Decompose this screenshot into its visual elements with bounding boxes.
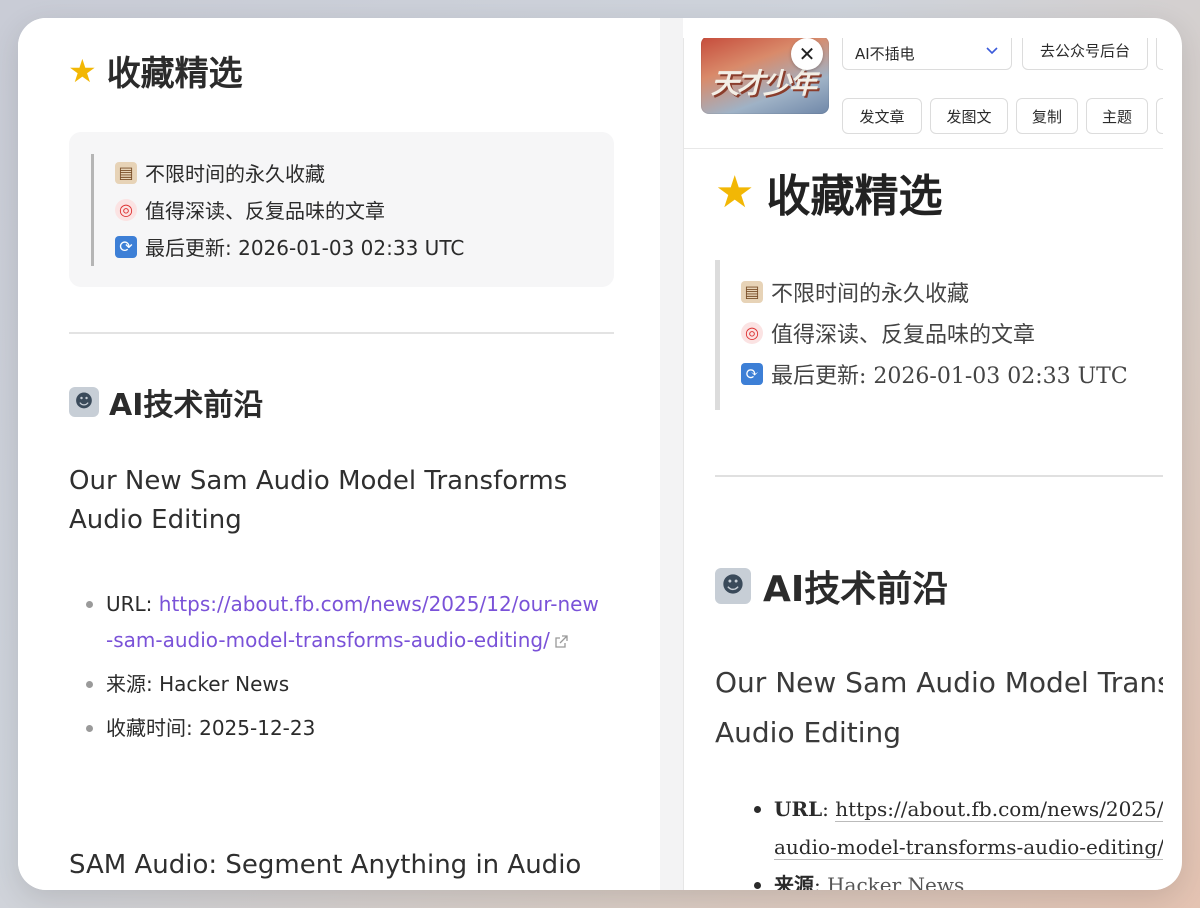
article-meta-list: URL: https://about.fb.com/news/2025/12/o…	[86, 586, 606, 746]
list-item-continuation: audio-model-transforms-audio-editing/	[754, 828, 1163, 866]
star-icon: ★	[68, 51, 97, 90]
blockquote-bar	[91, 154, 94, 266]
markdown-preview-pane: ★ 收藏精选 ▤ 不限时间的永久收藏 ◎ 值得深读、反复品味的文章 ⟳ 最后更新…	[18, 18, 660, 890]
quote-line: ◎ 值得深读、反复品味的文章	[115, 195, 385, 224]
source-label: 来源:	[106, 672, 153, 696]
quote-text: 不限时间的永久收藏	[771, 282, 970, 307]
theme-button[interactable]: 主题	[1086, 98, 1148, 134]
close-icon[interactable]: ✕	[791, 38, 823, 70]
chevron-down-icon	[986, 47, 998, 55]
divider	[715, 475, 1163, 477]
article-url-link[interactable]: https://about.fb.com/news/2025/12/our-ne…	[106, 592, 599, 652]
article-title: Our New Sam Audio Model Transforms Audio…	[69, 466, 568, 535]
quote-text: 值得深读、反复品味的文章	[145, 199, 385, 223]
article-title: Our New Sam Audio Model Transfor Audio E…	[715, 658, 1163, 758]
publish-toolbar: 天才少年 ✕ AI不插电 去公众号后台 发文章 发图文 复制 主题	[684, 38, 1163, 149]
list-item: URL: https://about.fb.com/news/2025/12/o…	[754, 790, 1163, 828]
refresh-icon: ⟳	[115, 235, 137, 258]
more-button[interactable]	[1156, 38, 1163, 70]
list-item: 来源: Hacker News	[86, 666, 606, 702]
blockquote-bar	[715, 260, 720, 410]
bullet	[754, 806, 761, 813]
books-icon: ▤	[741, 281, 763, 303]
page-title: ★ 收藏精选	[68, 46, 243, 95]
wechat-preview-pane: 天才少年 ✕ AI不插电 去公众号后台 发文章 发图文 复制 主题 ★ 收藏精选…	[683, 38, 1163, 890]
target-icon: ◎	[115, 198, 137, 221]
list-item: 收藏时间: 2025-12-23	[86, 710, 606, 746]
bullet	[754, 882, 761, 889]
next-article-title: SAM Audio: Segment Anything in Audio	[69, 850, 582, 880]
dashboard-button[interactable]: 去公众号后台	[1022, 38, 1148, 70]
section-heading: ☻ AI技术前沿	[715, 560, 948, 612]
section-heading-text: AI技术前沿	[763, 569, 949, 610]
intro-blockquote: ▤ 不限时间的永久收藏 ◎ 值得深读、反复品味的文章 ⟳ 最后更新: 2026-…	[69, 132, 614, 287]
robot-icon: ☻	[715, 568, 751, 604]
pane-splitter[interactable]	[660, 18, 683, 890]
quote-line: ⟳ 最后更新: 2026-01-03 02:33 UTC	[115, 232, 464, 261]
article-title-line: Our New Sam Audio Model Transfor	[715, 666, 1163, 699]
bullet	[86, 601, 93, 608]
quote-line: ◎ 值得深读、反复品味的文章	[741, 317, 1035, 349]
quote-text: 不限时间的永久收藏	[145, 162, 325, 186]
account-select-value: AI不插电	[855, 45, 915, 63]
url-label: URL:	[106, 592, 153, 616]
page-title: ★ 收藏精选	[715, 160, 942, 224]
time-label: 收藏时间:	[106, 716, 193, 740]
quote-line: ▤ 不限时间的永久收藏	[115, 158, 325, 187]
external-link-icon[interactable]	[554, 634, 568, 649]
copy-button[interactable]: 复制	[1016, 98, 1078, 134]
time-value: 2025-12-23	[199, 716, 316, 740]
bullet	[86, 681, 93, 688]
post-image-button[interactable]: 发图文	[930, 98, 1008, 134]
source-label: 来源	[774, 873, 814, 890]
quote-line: ⟳ 最后更新: 2026-01-03 02:33 UTC	[741, 358, 1128, 390]
list-item: 来源: Hacker News	[754, 866, 1163, 890]
more-button[interactable]	[1156, 98, 1163, 134]
section-heading-text: AI技术前沿	[109, 388, 264, 423]
refresh-icon: ⟳	[741, 363, 763, 385]
article-title-line: Audio Editing	[715, 716, 902, 749]
account-select[interactable]: AI不插电	[842, 38, 1012, 70]
quote-text: 最后更新: 2026-01-03 02:33 UTC	[771, 364, 1128, 389]
page-title-text: 收藏精选	[106, 54, 243, 94]
quote-text: 值得深读、反复品味的文章	[771, 323, 1036, 348]
star-icon: ★	[715, 166, 755, 218]
url-label: URL	[774, 797, 823, 821]
robot-icon: ☻	[69, 387, 99, 417]
bullet	[86, 725, 93, 732]
post-article-button[interactable]: 发文章	[842, 98, 922, 134]
source-value: Hacker News	[159, 672, 290, 696]
app-window: ★ 收藏精选 ▤ 不限时间的永久收藏 ◎ 值得深读、反复品味的文章 ⟳ 最后更新…	[18, 18, 1182, 890]
list-item: URL: https://about.fb.com/news/2025/12/o…	[86, 586, 606, 658]
section-heading: ☻ AI技术前沿	[69, 380, 263, 424]
article-url-link[interactable]: audio-model-transforms-audio-editing/	[774, 835, 1163, 860]
divider	[69, 332, 614, 334]
quote-text: 最后更新: 2026-01-03 02:33 UTC	[145, 236, 465, 260]
quote-line: ▤ 不限时间的永久收藏	[741, 276, 969, 308]
article-url-link[interactable]: https://about.fb.com/news/2025/12/our	[835, 797, 1163, 822]
page-title-text: 收藏精选	[766, 171, 943, 222]
article-meta-list: URL: https://about.fb.com/news/2025/12/o…	[754, 790, 1163, 890]
source-value: Hacker News	[827, 873, 965, 890]
books-icon: ▤	[115, 161, 137, 184]
target-icon: ◎	[741, 322, 763, 344]
